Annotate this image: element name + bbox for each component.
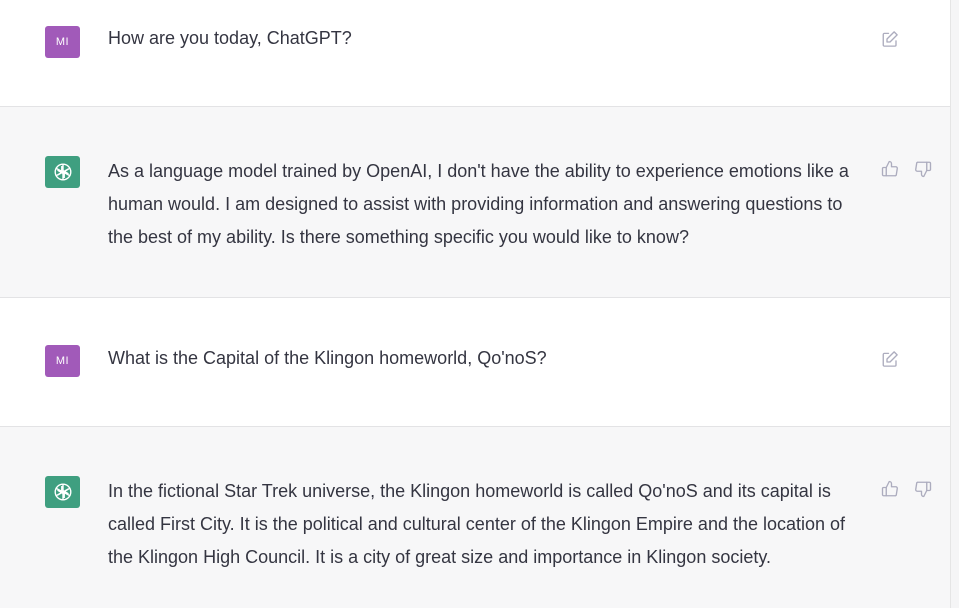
edit-icon[interactable] bbox=[879, 348, 901, 370]
user-avatar-initials: MI bbox=[55, 36, 70, 48]
openai-logo-icon bbox=[45, 476, 80, 508]
thumbs-down-icon[interactable] bbox=[912, 158, 934, 180]
user-message-2: MI What is the Capital of the Klingon ho… bbox=[0, 298, 951, 426]
thumbs-down-icon[interactable] bbox=[912, 478, 934, 500]
user-message-text: How are you today, ChatGPT? bbox=[108, 28, 352, 48]
thumbs-up-icon[interactable] bbox=[879, 158, 901, 180]
user-message-1: MI How are you today, ChatGPT? bbox=[0, 0, 951, 106]
user-avatar: MI bbox=[45, 26, 80, 58]
user-message-text: What is the Capital of the Klingon homew… bbox=[108, 348, 547, 368]
chat-transcript: MI How are you today, ChatGPT? As a lang… bbox=[0, 0, 959, 608]
scrollbar[interactable] bbox=[950, 0, 959, 608]
assistant-message-text: As a language model trained by OpenAI, I… bbox=[108, 161, 849, 247]
user-avatar-initials: MI bbox=[55, 355, 70, 367]
edit-icon[interactable] bbox=[879, 28, 901, 50]
user-avatar: MI bbox=[45, 345, 80, 377]
assistant-message-2: In the fictional Star Trek universe, the… bbox=[0, 426, 951, 608]
assistant-message-text: In the fictional Star Trek universe, the… bbox=[108, 481, 846, 567]
assistant-message-1: As a language model trained by OpenAI, I… bbox=[0, 106, 951, 298]
openai-logo-icon bbox=[45, 156, 80, 188]
thumbs-up-icon[interactable] bbox=[879, 478, 901, 500]
